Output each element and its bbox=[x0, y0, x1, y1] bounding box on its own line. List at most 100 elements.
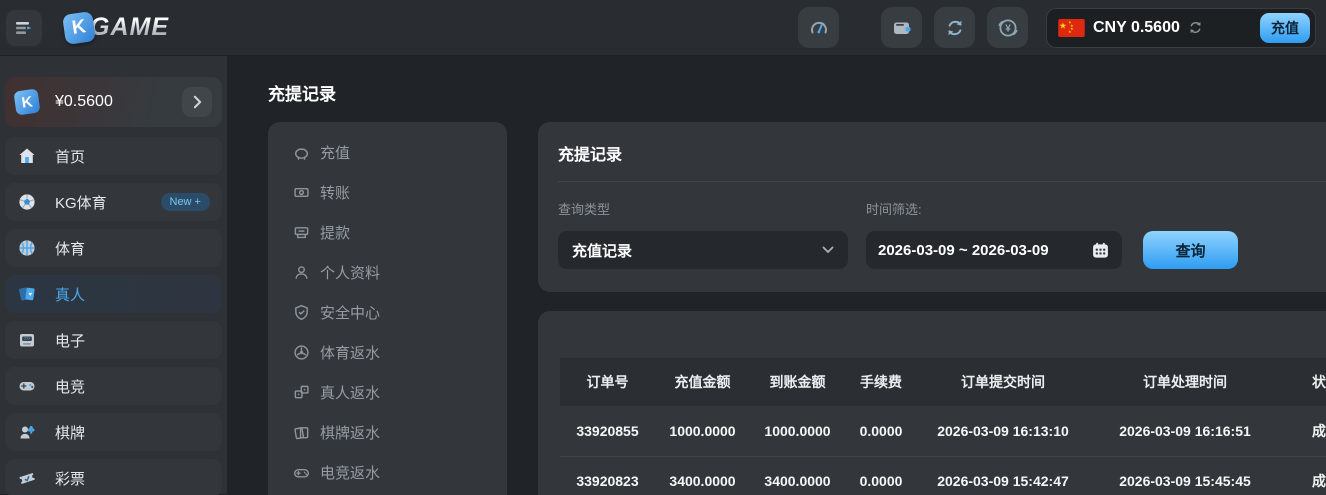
records-filter-panel: 充提记录 查询类型 时间筛选: 充值记录 bbox=[538, 122, 1326, 292]
sidebar-item-chess-cards[interactable]: 棋牌 bbox=[5, 413, 222, 451]
sidebar-item-slots[interactable]: 777 电子 bbox=[5, 321, 222, 359]
table-column-header: 订单提交时间 bbox=[917, 358, 1089, 406]
submenu-item-chess-rebate[interactable]: 棋牌返水 bbox=[292, 412, 507, 452]
submenu-item-deposit[interactable]: 充值 bbox=[292, 132, 507, 172]
submenu-item-security[interactable]: 安全中心 bbox=[292, 292, 507, 332]
submenu-item-live-rebate[interactable]: 真人返水 bbox=[292, 372, 507, 412]
lottery-icon bbox=[17, 468, 37, 488]
sports-icon bbox=[17, 238, 37, 258]
currency-exchange-button[interactable]: ¥ bbox=[987, 7, 1028, 48]
table-cell: 2026-03-09 15:45:45 bbox=[1089, 456, 1281, 495]
submenu-item-transfer[interactable]: 转账 bbox=[292, 172, 507, 212]
submenu-label: 转账 bbox=[320, 182, 350, 203]
query-type-select[interactable]: 充值记录 bbox=[558, 231, 848, 269]
home-icon bbox=[17, 146, 37, 166]
profile-icon bbox=[292, 264, 310, 281]
currency-refresh-icon[interactable] bbox=[1187, 19, 1204, 36]
balance-expand-button[interactable] bbox=[182, 87, 212, 117]
deposit-button[interactable]: 充值 bbox=[1260, 13, 1310, 43]
account-submenu: 充值 转账 bbox=[268, 122, 507, 495]
panel-divider bbox=[558, 181, 1326, 182]
table-column-header: 订单处理时间 bbox=[1089, 358, 1281, 406]
submenu-item-withdraw[interactable]: 提款 bbox=[292, 212, 507, 252]
table-cell: 3400.0000 bbox=[655, 456, 750, 495]
network-speed-button[interactable] bbox=[798, 7, 839, 48]
currency-value: CNY 0.5600 bbox=[1093, 19, 1180, 37]
submenu-item-esports-rebate[interactable]: 电竞返水 bbox=[292, 452, 507, 492]
table-cell: 2026-03-09 16:13:10 bbox=[917, 406, 1089, 456]
table-cell: 1000.0000 bbox=[750, 406, 845, 456]
sidebar-item-label: 彩票 bbox=[55, 468, 85, 489]
table-column-header: 到账金额 bbox=[750, 358, 845, 406]
chess-cards-icon bbox=[17, 422, 37, 442]
table-cell: 0.0000 bbox=[845, 456, 917, 495]
table-header-row: 订单号充值金额到账金额手续费订单提交时间订单处理时间状态 bbox=[560, 358, 1326, 406]
records-table: 订单号充值金额到账金额手续费订单提交时间订单处理时间状态339208551000… bbox=[560, 358, 1326, 495]
chevron-down-icon bbox=[822, 246, 834, 254]
sidebar-item-label: 首页 bbox=[55, 146, 85, 167]
esports-rebate-icon bbox=[292, 464, 310, 481]
query-type-label: 查询类型 bbox=[558, 199, 848, 218]
balance-logo-icon: K bbox=[13, 88, 40, 115]
wallet-icon bbox=[891, 17, 913, 39]
submenu-label: 棋牌返水 bbox=[320, 422, 380, 443]
sidebar-item-label: 电竞 bbox=[55, 376, 85, 397]
sidebar-item-label: 体育 bbox=[55, 238, 85, 259]
calendar-icon[interactable] bbox=[1091, 241, 1110, 260]
wallet-button[interactable] bbox=[881, 7, 922, 48]
sidebar-item-lottery[interactable]: 彩票 bbox=[5, 459, 222, 495]
balance-amount: ¥0.5600 bbox=[55, 93, 113, 111]
submenu-item-profile[interactable]: 个人资料 bbox=[292, 252, 507, 292]
live-rebate-icon bbox=[292, 384, 310, 401]
svg-text:★: ★ bbox=[1068, 30, 1072, 34]
search-button[interactable]: 查询 bbox=[1143, 231, 1238, 269]
security-icon bbox=[292, 304, 310, 321]
records-table-panel: 订单号充值金额到账金额手续费订单提交时间订单处理时间状态339208551000… bbox=[538, 311, 1326, 495]
submenu-item-sports-rebate[interactable]: 体育返水 bbox=[292, 332, 507, 372]
chevron-right-icon bbox=[193, 95, 202, 109]
main-content: 充提记录 充值 bbox=[227, 56, 1326, 494]
page-title: 充提记录 bbox=[268, 80, 1326, 105]
sidebar-item-live-casino[interactable]: ♥ 真人 bbox=[5, 275, 222, 313]
submenu-label: 体育返水 bbox=[320, 342, 380, 363]
svg-text:♥: ♥ bbox=[28, 292, 32, 298]
network-speed-icon bbox=[808, 17, 830, 39]
table-cell: 1000.0000 bbox=[655, 406, 750, 456]
date-range-input[interactable]: 2026-03-09 ~ 2026-03-09 bbox=[866, 231, 1122, 269]
panel-title: 充提记录 bbox=[558, 141, 1326, 165]
sidebar-item-home[interactable]: 首页 bbox=[5, 137, 222, 175]
submenu-label: 真人返水 bbox=[320, 382, 380, 403]
sports-rebate-icon bbox=[292, 344, 310, 361]
submenu-label: 电竞返水 bbox=[320, 462, 380, 483]
svg-text:777: 777 bbox=[24, 337, 30, 341]
date-range-value: 2026-03-09 ~ 2026-03-09 bbox=[878, 242, 1049, 259]
sidebar-item-label: 真人 bbox=[55, 284, 85, 305]
table-column-header: 手续费 bbox=[845, 358, 917, 406]
refresh-icon bbox=[944, 17, 966, 39]
table-cell: 33920855 bbox=[560, 406, 655, 456]
menu-toggle-button[interactable] bbox=[6, 10, 42, 46]
status-cell: 成功 bbox=[1281, 406, 1326, 456]
topbar: K GAME bbox=[0, 0, 1326, 56]
sidebar-item-esports[interactable]: 电竞 bbox=[5, 367, 222, 405]
table-cell: 2026-03-09 16:16:51 bbox=[1089, 406, 1281, 456]
transfer-icon bbox=[292, 184, 310, 201]
svg-text:¥: ¥ bbox=[1005, 23, 1011, 34]
sidebar-item-label: 电子 bbox=[55, 330, 85, 351]
sidebar-item-kg-sports[interactable]: KG体育 New + bbox=[5, 183, 222, 221]
table-cell: 2026-03-09 15:42:47 bbox=[917, 456, 1089, 495]
logo-text: GAME bbox=[90, 13, 169, 42]
sidebar-item-sports[interactable]: 体育 bbox=[5, 229, 222, 267]
table-column-header: 充值金额 bbox=[655, 358, 750, 406]
table-cell: 3400.0000 bbox=[750, 456, 845, 495]
balance-card[interactable]: K ¥0.5600 bbox=[5, 77, 222, 127]
kgame-logo[interactable]: K GAME bbox=[64, 13, 169, 43]
refresh-balance-button[interactable] bbox=[934, 7, 975, 48]
currency-exchange-icon: ¥ bbox=[997, 17, 1019, 39]
slots-icon: 777 bbox=[17, 330, 37, 350]
chess-rebate-icon bbox=[292, 424, 310, 441]
table-cell: 33920823 bbox=[560, 456, 655, 495]
currency-selector[interactable]: ★ ★ ★ ★ ★ CNY 0.5600 充值 bbox=[1046, 8, 1316, 48]
withdraw-icon bbox=[292, 224, 310, 241]
table-column-header: 状态 bbox=[1281, 358, 1326, 406]
